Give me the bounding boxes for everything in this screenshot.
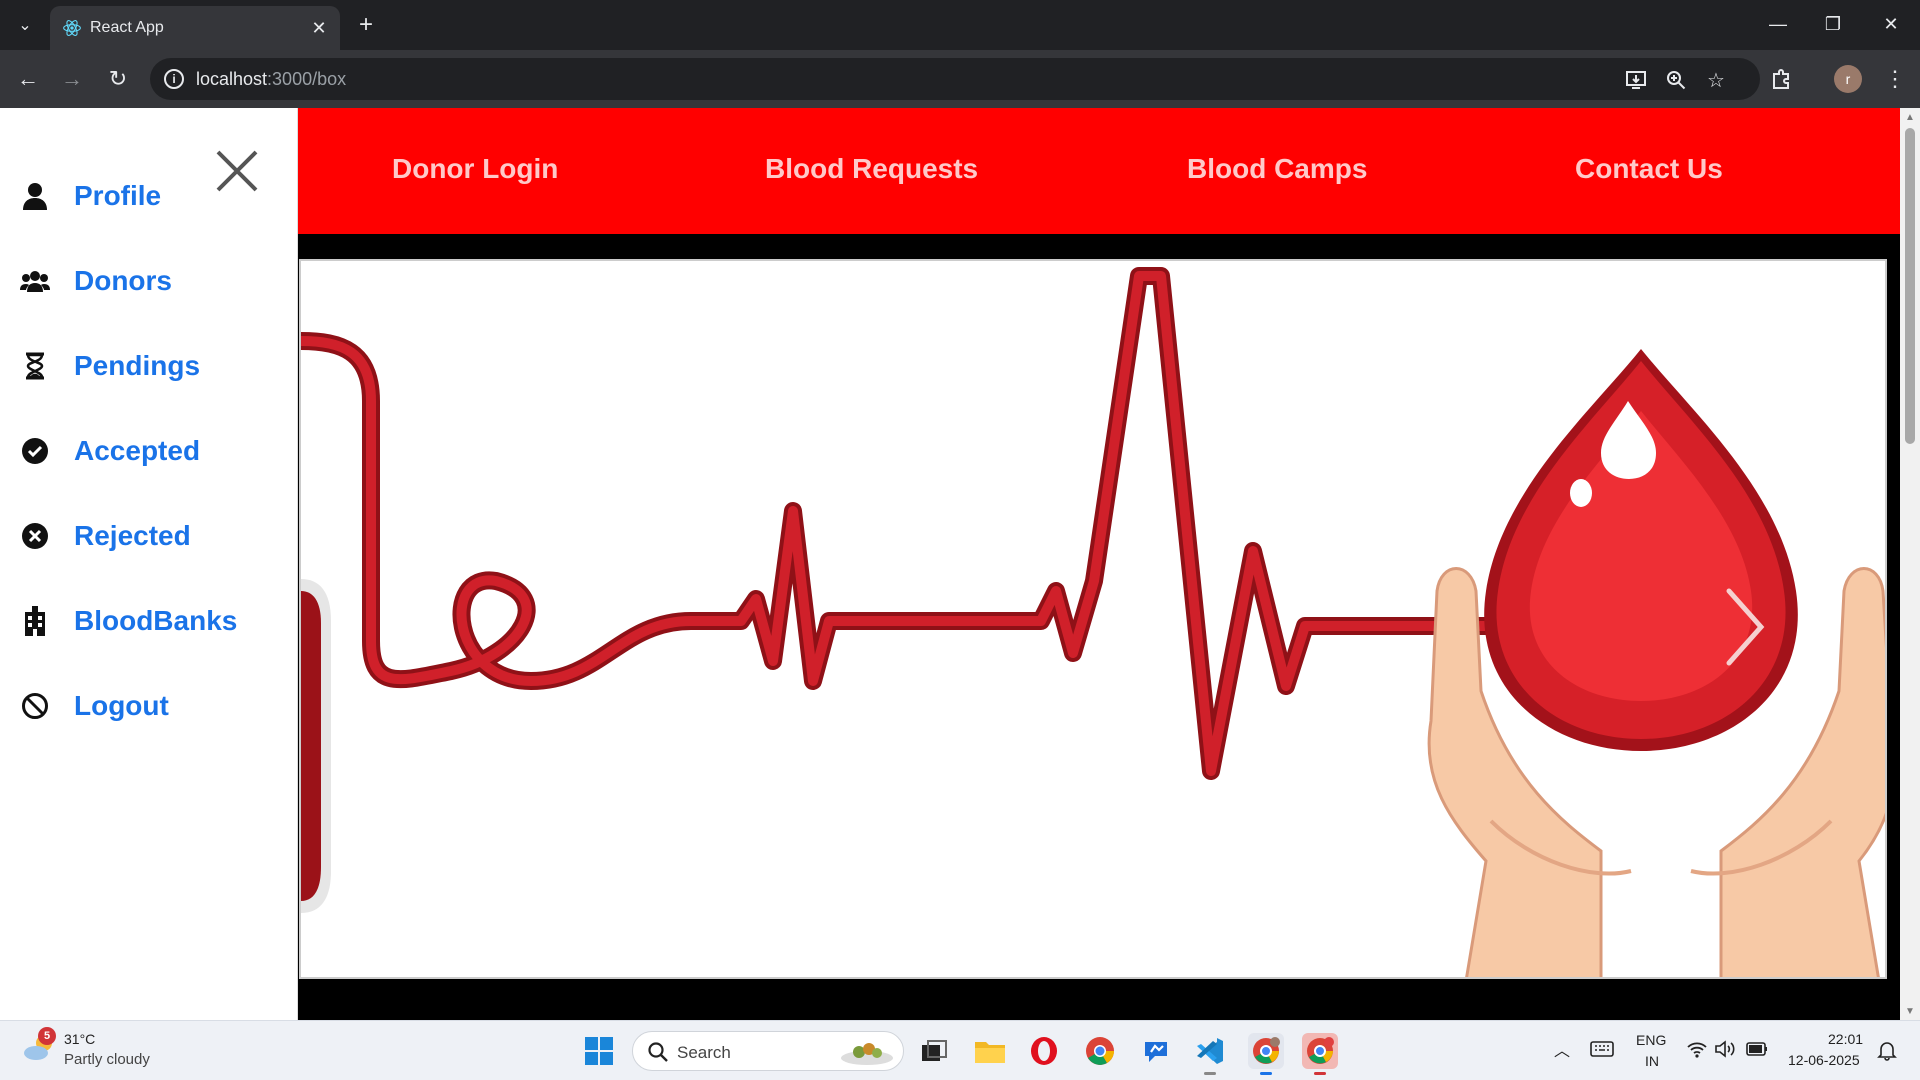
weather-temperature: 31°C [64, 1031, 96, 1047]
running-indicator [1204, 1072, 1216, 1075]
task-view-icon[interactable] [916, 1033, 952, 1069]
users-icon [20, 266, 50, 296]
address-bar[interactable]: i localhost:3000/box ☆ [150, 58, 1760, 100]
running-indicator [1260, 1072, 1272, 1075]
minimize-icon[interactable]: — [1758, 8, 1798, 40]
weather-description: Partly cloudy [64, 1051, 150, 1068]
close-window-icon[interactable]: ✕ [1871, 8, 1911, 40]
page-scrollbar[interactable]: ▲ ▼ [1900, 108, 1920, 1020]
search-icon [648, 1042, 668, 1062]
show-hidden-icons-chevron-icon[interactable]: ︿ [1552, 1039, 1572, 1060]
running-indicator [1314, 1072, 1326, 1075]
user-icon [20, 181, 50, 211]
volume-icon[interactable] [1714, 1039, 1736, 1059]
search-highlight-icon [841, 1043, 893, 1065]
menu-kebab-icon[interactable]: ⋮ [1880, 64, 1910, 94]
sidebar-item-accepted[interactable]: Accepted [20, 429, 200, 473]
forward-icon[interactable]: → [57, 64, 87, 94]
vscode-icon[interactable] [1192, 1033, 1228, 1075]
react-logo-icon [63, 20, 81, 36]
scroll-down-icon[interactable]: ▼ [1904, 1006, 1916, 1017]
web-page: Profile Donors Pendings Accepted Rejecte [0, 108, 1920, 1020]
sidebar-item-pendings[interactable]: Pendings [20, 344, 200, 388]
check-circle-icon [20, 436, 50, 466]
scrollbar-thumb[interactable] [1905, 128, 1915, 444]
weather-alert-badge: 5 [38, 1027, 56, 1045]
back-icon[interactable]: ← [13, 64, 43, 94]
scroll-up-icon[interactable]: ▲ [1904, 112, 1916, 123]
sidebar-item-donors[interactable]: Donors [20, 259, 172, 303]
search-label: Search [677, 1043, 731, 1062]
carousel-banner [299, 259, 1887, 979]
zoom-icon[interactable] [1664, 68, 1688, 92]
bookmark-star-icon[interactable]: ☆ [1704, 68, 1728, 92]
top-navigation: Donor Login Blood Requests Blood Camps C… [298, 108, 1900, 234]
sidebar-item-label: Logout [74, 690, 169, 721]
chrome-profile-r-icon[interactable] [1248, 1033, 1284, 1075]
url-text: localhost:3000/box [196, 69, 346, 90]
x-circle-icon [20, 521, 50, 551]
hourglass-icon [20, 351, 50, 381]
site-info-icon[interactable]: i [164, 69, 184, 89]
opera-icon[interactable] [1026, 1033, 1062, 1069]
taskbar: 5 31°C Partly cloudy Search ︿ ENG IN 22:… [0, 1020, 1920, 1080]
sidebar-item-label: Rejected [74, 520, 191, 551]
file-explorer-icon[interactable] [972, 1033, 1008, 1069]
tab-search-chevron-icon[interactable]: ⌄ [12, 12, 38, 38]
windows-start-icon[interactable] [584, 1036, 614, 1066]
browser-tab-bar: ⌄ React App ✕ + — ❐ ✕ [0, 0, 1920, 50]
close-icon[interactable] [212, 146, 262, 196]
tab-close-icon[interactable]: ✕ [308, 17, 330, 39]
install-app-icon[interactable] [1624, 68, 1648, 92]
taskbar-search[interactable]: Search [632, 1031, 904, 1071]
sidebar-item-label: Accepted [74, 435, 201, 466]
profile-avatar[interactable]: r [1834, 65, 1862, 93]
browser-toolbar: ← → ↻ i localhost:3000/box ☆ r ⋮ [0, 50, 1920, 108]
region-indicator[interactable]: IN [1645, 1053, 1659, 1069]
nav-donor-login[interactable]: Donor Login [392, 153, 558, 185]
sidebar-item-profile[interactable]: Profile [20, 174, 161, 218]
heartbeat-blood-drop-image [301, 267, 1885, 977]
remote-desktop-icon[interactable] [1138, 1033, 1174, 1069]
sidebar-item-label: BloodBanks [74, 605, 238, 636]
reload-icon[interactable]: ↻ [103, 64, 133, 94]
nav-blood-camps[interactable]: Blood Camps [1187, 153, 1367, 185]
sidebar-item-label: Pendings [74, 350, 201, 381]
clock-date[interactable]: 12-06-2025 [1788, 1052, 1860, 1068]
restore-icon[interactable]: ❐ [1813, 8, 1853, 40]
chrome-profile-red-icon[interactable] [1302, 1033, 1338, 1075]
chrome-icon[interactable] [1082, 1033, 1118, 1069]
sidebar-item-label: Donors [74, 265, 172, 296]
new-tab-button[interactable]: + [352, 11, 380, 39]
sidebar-item-bloodbanks[interactable]: BloodBanks [20, 599, 237, 643]
building-icon [20, 606, 50, 636]
ban-icon [20, 691, 50, 721]
url-host: localhost [196, 69, 268, 89]
sidebar-item-label: Profile [74, 180, 162, 211]
nav-blood-requests[interactable]: Blood Requests [765, 153, 978, 185]
sidebar-item-logout[interactable]: Logout [20, 684, 169, 728]
notification-bell-icon[interactable] [1876, 1039, 1898, 1061]
keyboard-icon[interactable] [1590, 1039, 1614, 1059]
nav-contact-us[interactable]: Contact Us [1575, 153, 1723, 185]
tab-title: React App [90, 19, 164, 36]
language-indicator[interactable]: ENG [1636, 1032, 1666, 1048]
battery-icon[interactable] [1746, 1041, 1768, 1057]
wifi-icon[interactable] [1686, 1039, 1708, 1059]
sidebar: Profile Donors Pendings Accepted Rejecte [0, 108, 298, 1020]
clock-time[interactable]: 22:01 [1828, 1031, 1863, 1047]
url-path: :3000/box [267, 69, 347, 89]
sidebar-item-rejected[interactable]: Rejected [20, 514, 191, 558]
browser-tab[interactable]: React App ✕ [50, 6, 340, 50]
extensions-icon[interactable] [1766, 64, 1796, 94]
